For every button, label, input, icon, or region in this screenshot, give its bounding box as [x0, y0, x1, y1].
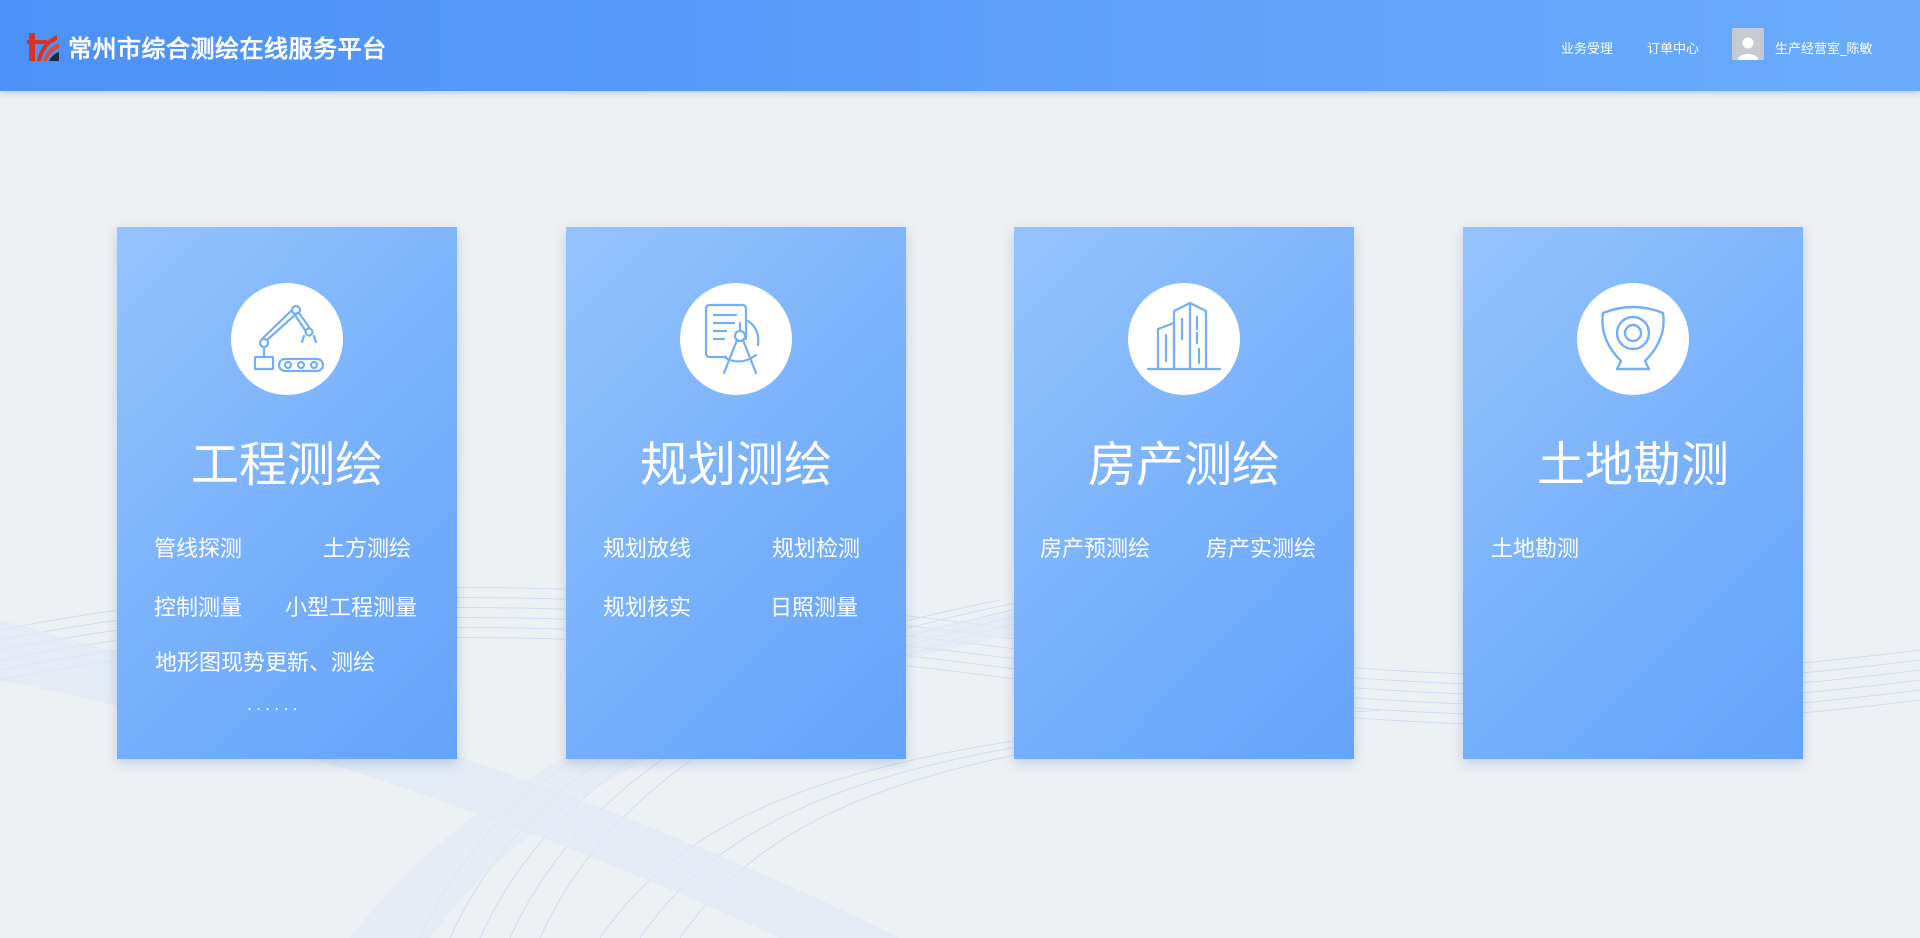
- link-control-survey[interactable]: 控制测量: [154, 590, 242, 622]
- avatar: [1732, 28, 1764, 60]
- link-pipeline-detection[interactable]: 管线探测: [154, 531, 242, 563]
- logo-icon: [27, 32, 59, 61]
- user-silhouette-icon: [1738, 37, 1758, 60]
- link-property-pre-survey[interactable]: 房产预测绘: [1040, 531, 1150, 563]
- card-land-survey[interactable]: 土地勘测 土地勘测: [1463, 227, 1803, 759]
- link-sunlight-measurement[interactable]: 日照测量: [770, 590, 858, 622]
- compass-document-icon: [704, 303, 760, 375]
- user-name: 生产经营室_陈敏: [1775, 41, 1873, 57]
- card-title: 工程测绘: [190, 437, 383, 493]
- link-property-actual-survey[interactable]: 房产实测绘: [1206, 531, 1316, 563]
- link-land-survey[interactable]: 土地勘测: [1491, 531, 1579, 563]
- link-small-engineering-survey[interactable]: 小型工程测量: [285, 590, 417, 622]
- card-icon-circle: [1128, 283, 1240, 395]
- more-indicator: ......: [247, 695, 302, 714]
- user-menu[interactable]: 生产经营室_陈敏: [1732, 28, 1873, 60]
- link-earthwork-survey[interactable]: 土方测绘: [323, 531, 411, 563]
- robot-arm-icon: [253, 304, 325, 373]
- card-planning-surveying[interactable]: 规划测绘 规划放线 规划检测 规划核实 日照测量: [566, 227, 906, 759]
- card-title: 房产测绘: [1087, 437, 1280, 493]
- card-property-surveying[interactable]: 房产测绘 房产预测绘 房产实测绘: [1014, 227, 1354, 759]
- card-title: 规划测绘: [639, 437, 832, 493]
- app-title: 常州市综合测绘在线服务平台: [68, 35, 387, 63]
- card-title: 土地勘测: [1536, 437, 1729, 493]
- nav-order-center[interactable]: 订单中心: [1647, 38, 1699, 57]
- link-planning-verification[interactable]: 规划核实: [603, 590, 691, 622]
- card-icon-circle: [1577, 283, 1689, 395]
- link-planning-inspection[interactable]: 规划检测: [772, 531, 860, 563]
- building-icon: [1146, 301, 1222, 371]
- link-topographic-map-update[interactable]: 地形图现势更新、测绘: [155, 645, 375, 677]
- card-engineering-surveying[interactable]: 工程测绘 管线探测 土方测绘 控制测量 小型工程测量 地形图现势更新、测绘 ..…: [117, 227, 457, 759]
- nav-business-acceptance[interactable]: 业务受理: [1561, 38, 1613, 57]
- card-icon-circle: [680, 283, 792, 395]
- link-planning-setout[interactable]: 规划放线: [603, 531, 691, 563]
- card-icon-circle: [231, 283, 343, 395]
- brand[interactable]: 常州市综合测绘在线服务平台: [27, 29, 387, 64]
- top-header: 常州市综合测绘在线服务平台 业务受理 订单中心 生产经营室_陈敏: [0, 0, 1920, 91]
- land-target-icon: [1601, 305, 1665, 371]
